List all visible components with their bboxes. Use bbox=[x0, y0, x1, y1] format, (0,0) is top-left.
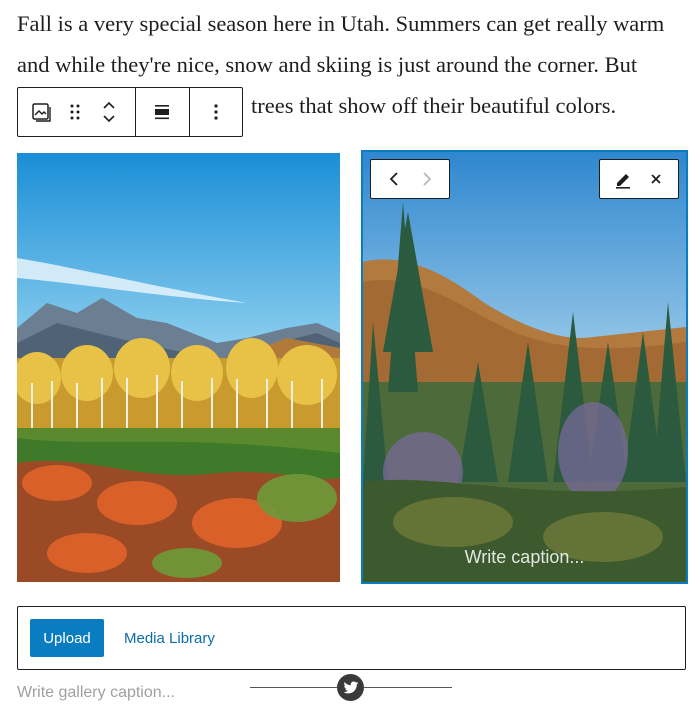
align-icon[interactable] bbox=[149, 94, 175, 130]
more-options-icon[interactable] bbox=[203, 94, 229, 130]
block-toolbar bbox=[17, 87, 243, 137]
close-icon[interactable] bbox=[642, 164, 670, 194]
gallery-icon[interactable] bbox=[28, 94, 54, 130]
drag-handle-icon[interactable] bbox=[62, 94, 88, 130]
chevron-right-icon[interactable] bbox=[413, 164, 441, 194]
paragraph-line: and while they're nice, snow and skiing … bbox=[17, 52, 638, 77]
embed-divider-left bbox=[250, 687, 338, 688]
chevron-left-icon[interactable] bbox=[380, 164, 408, 194]
media-library-button[interactable]: Media Library bbox=[124, 630, 215, 647]
forest-photo bbox=[363, 152, 686, 582]
pencil-icon[interactable] bbox=[609, 164, 637, 194]
move-up-down-icon[interactable] bbox=[96, 94, 122, 130]
paragraph-line: Fall is a very special season here in Ut… bbox=[17, 11, 665, 36]
gallery-image-forest[interactable]: Write caption... bbox=[361, 150, 688, 584]
gallery-upload-placeholder: Upload Media Library bbox=[17, 606, 686, 670]
image-caption-input[interactable]: Write caption... bbox=[363, 547, 686, 568]
gallery-image-autumn[interactable] bbox=[17, 153, 340, 582]
image-actions-toolbar bbox=[599, 159, 679, 199]
gallery-caption-input[interactable]: Write gallery caption... bbox=[17, 684, 175, 702]
upload-button[interactable]: Upload bbox=[30, 619, 104, 657]
autumn-photo bbox=[17, 153, 340, 582]
image-nav-toolbar bbox=[370, 159, 450, 199]
toolbar-group-align bbox=[136, 88, 191, 136]
toolbar-group-more bbox=[190, 88, 242, 136]
toolbar-group-block bbox=[18, 88, 136, 136]
twitter-icon[interactable] bbox=[337, 674, 364, 701]
embed-divider-right bbox=[364, 687, 452, 688]
